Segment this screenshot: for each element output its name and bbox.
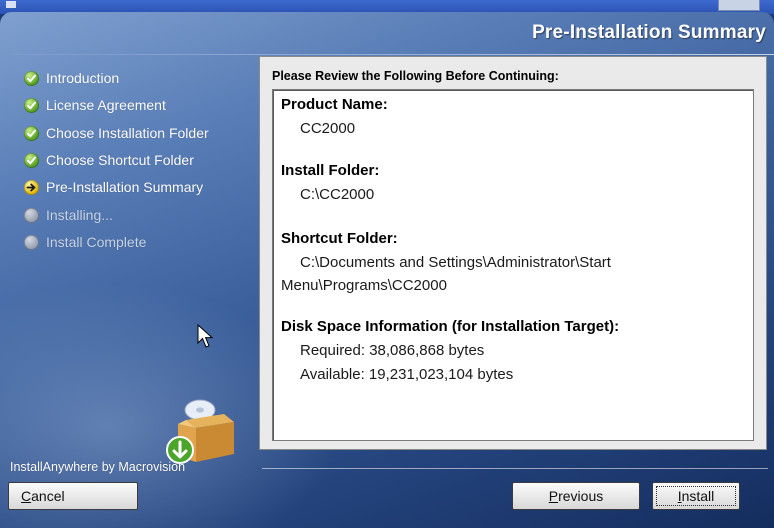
step-choose-shortcut-folder: Choose Shortcut Folder bbox=[24, 150, 194, 170]
step-label: Install Complete bbox=[46, 234, 147, 250]
step-label: License Agreement bbox=[46, 97, 166, 113]
shortcut-folder-value-line1: C:\Documents and Settings\Administrator\… bbox=[300, 254, 611, 271]
panel-heading: Please Review the Following Before Conti… bbox=[272, 69, 559, 83]
step-license-agreement: License Agreement bbox=[24, 95, 166, 115]
cancel-button[interactable]: Cancel bbox=[8, 482, 138, 510]
product-name-label: Product Name: bbox=[281, 96, 388, 113]
install-label: nstall bbox=[681, 488, 715, 504]
pending-dot-icon bbox=[24, 207, 39, 223]
previous-mnemonic: P bbox=[548, 488, 559, 504]
install-button[interactable]: Install bbox=[652, 482, 740, 510]
step-label: Introduction bbox=[46, 70, 120, 86]
pending-dot-icon bbox=[24, 234, 39, 250]
step-choose-installation-folder: Choose Installation Folder bbox=[24, 123, 209, 143]
installer-window: Pre-Installation Summary Introduction Li… bbox=[0, 12, 774, 528]
step-introduction: Introduction bbox=[24, 68, 119, 88]
disk-space-required: Required: 38,086,868 bytes bbox=[300, 342, 485, 359]
step-pre-installation-summary: Pre-Installation Summary bbox=[24, 177, 203, 197]
step-install-complete: Install Complete bbox=[24, 232, 146, 252]
step-label: Pre-Installation Summary bbox=[46, 179, 204, 195]
install-folder-label: Install Folder: bbox=[281, 162, 380, 179]
mouse-pointer-icon bbox=[197, 324, 214, 348]
brand-label: InstallAnywhere by Macrovision bbox=[10, 460, 186, 474]
step-label: Installing... bbox=[46, 207, 113, 223]
step-installing: Installing... bbox=[24, 205, 113, 225]
window-menu-icon[interactable] bbox=[6, 1, 16, 8]
shortcut-folder-label: Shortcut Folder: bbox=[281, 230, 398, 247]
step-label: Choose Shortcut Folder bbox=[46, 152, 194, 168]
previous-label: revious bbox=[558, 488, 604, 504]
header-divider bbox=[12, 54, 774, 55]
shortcut-folder-value-line2: Menu\Programs\CC2000 bbox=[281, 277, 447, 294]
check-icon bbox=[24, 152, 39, 168]
footer-divider bbox=[262, 468, 768, 469]
disk-space-label: Disk Space Information (for Installation… bbox=[281, 318, 620, 335]
window-controls[interactable] bbox=[718, 0, 760, 11]
product-name-value: CC2000 bbox=[300, 120, 356, 137]
summary-panel: Please Review the Following Before Conti… bbox=[259, 56, 767, 450]
installer-box-icon bbox=[166, 399, 234, 464]
arrow-right-icon bbox=[24, 179, 39, 195]
summary-box[interactable]: Product Name: CC2000 Install Folder: C:\… bbox=[272, 89, 754, 441]
check-icon bbox=[24, 125, 39, 141]
step-label: Choose Installation Folder bbox=[46, 125, 209, 141]
cancel-label: ancel bbox=[31, 488, 65, 504]
previous-button[interactable]: Previous bbox=[512, 482, 640, 510]
page-title: Pre-Installation Summary bbox=[532, 22, 766, 43]
check-icon bbox=[24, 97, 39, 113]
install-folder-value: C:\CC2000 bbox=[300, 186, 375, 203]
check-icon bbox=[24, 70, 39, 86]
cancel-mnemonic: C bbox=[21, 488, 32, 504]
disk-space-available: Available: 19,231,023,104 bytes bbox=[300, 366, 514, 383]
